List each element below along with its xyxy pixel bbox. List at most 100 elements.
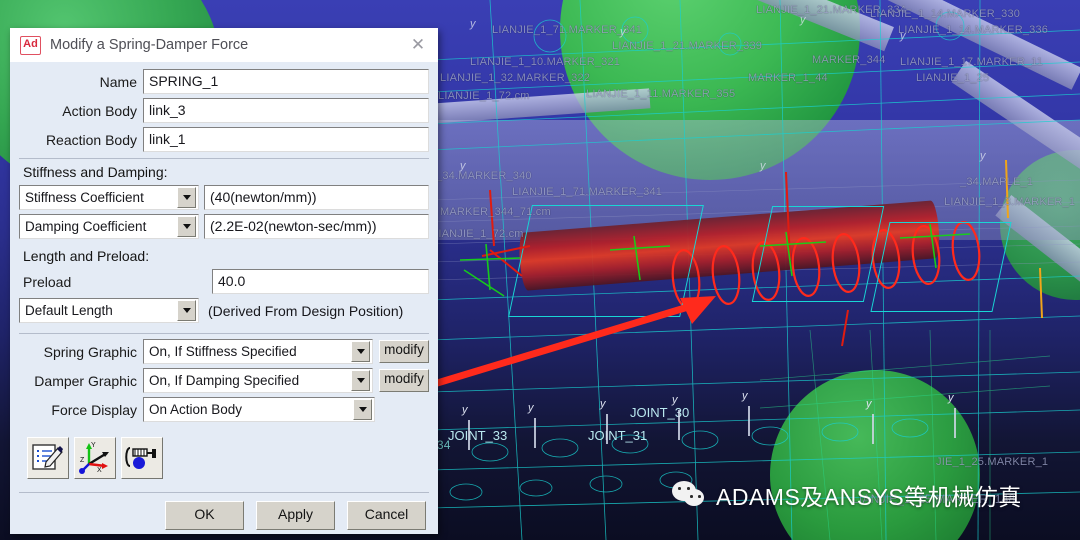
spring-graphic-label: Spring Graphic (43, 343, 137, 360)
action-body-input[interactable]: link_3 (143, 98, 429, 123)
cad-marker-label: _34.MAPLE_1 (960, 176, 1034, 188)
damping-type-value: Damping Coefficient (25, 219, 147, 234)
force-display-value: On Action Body (149, 402, 243, 417)
dialog-title: Modify a Spring-Damper Force (50, 37, 249, 53)
dialog-button-bar: OK Apply Cancel (10, 493, 438, 537)
name-input[interactable]: SPRING_1 (143, 69, 429, 94)
axis-tick-label: y (760, 160, 766, 172)
joint-label: JOINT_30 (630, 405, 690, 420)
force-display-row: Force Display On Action Body (19, 395, 429, 424)
edit-properties-icon[interactable] (27, 437, 69, 479)
axis-tick-label: y (800, 14, 806, 26)
chevron-down-icon[interactable] (353, 399, 372, 420)
name-row: Name SPRING_1 (19, 67, 429, 96)
axis-marker-stem (468, 420, 470, 450)
stiffness-type-select[interactable]: Stiffness Coefficient (19, 185, 199, 210)
preload-label: Preload (23, 273, 72, 290)
cad-marker-label: LIANJIE_1_3.MARKER_1 (944, 196, 1076, 208)
axis-marker-stem (748, 406, 750, 436)
stiffness-value-input[interactable]: (40(newton/mm)) (204, 185, 429, 210)
axis-tick-label: y (600, 398, 606, 410)
reaction-body-row: Reaction Body link_1 (19, 125, 429, 154)
length-type-select[interactable]: Default Length (19, 298, 199, 323)
cad-marker-label: _34.MARKER_340 (436, 170, 532, 182)
length-section-heading: Length and Preload: (23, 248, 150, 264)
axis-marker-stem (606, 414, 608, 444)
cad-marker-label: MARKER_1_44 (748, 72, 828, 84)
divider (19, 158, 429, 159)
length-derived-text: (Derived From Design Position) (208, 302, 404, 319)
spring-graphic-select[interactable]: On, If Stiffness Specified (143, 339, 373, 364)
stiffness-row: Stiffness Coefficient (40(newton/mm)) (19, 183, 429, 212)
axis-tick-label: y (980, 150, 986, 162)
dialog-body: Name SPRING_1 Action Body link_3 Reactio… (10, 62, 438, 493)
dialog-icon-toolbar[interactable]: Y Z X (27, 437, 438, 479)
damping-value-input[interactable]: (2.2E-02(newton-sec/mm)) (204, 214, 429, 239)
cad-marker-label: LIANJIE_1_11.MARKER_355 (586, 88, 736, 100)
cad-marker-label: JIE_1_25.MARKER_1 (936, 456, 1049, 468)
divider (19, 333, 429, 334)
default-length-row: Default Length (Derived From Design Posi… (19, 296, 429, 325)
damper-graphic-select[interactable]: On, If Damping Specified (143, 368, 373, 393)
axis-tick-label: y (460, 160, 466, 172)
axis-tick-label: y (620, 26, 626, 38)
action-body-label: Action Body (62, 102, 137, 119)
axis-tick-label: y (900, 30, 906, 42)
axis-tick-label: y (470, 18, 476, 30)
stiffness-section-heading: Stiffness and Damping: (23, 164, 168, 180)
damper-graphic-row: Damper Graphic On, If Damping Specified … (19, 366, 429, 395)
chevron-down-icon[interactable] (177, 300, 196, 321)
stiffness-type-value: Stiffness Coefficient (25, 190, 144, 205)
spring-damper-icon[interactable] (121, 437, 163, 479)
cad-marker-label: MARKER_344 (812, 54, 886, 66)
cad-marker-label: LIANJIE_1_17.MARKER_11 (900, 56, 1043, 68)
dialog-titlebar[interactable]: Ad Modify a Spring-Damper Force ✕ (10, 28, 438, 62)
cancel-button[interactable]: Cancel (347, 500, 426, 530)
joint-label: JOINT_33 (448, 428, 508, 443)
force-display-label: Force Display (51, 401, 137, 418)
apply-button[interactable]: Apply (256, 500, 335, 530)
chevron-down-icon[interactable] (351, 370, 370, 391)
watermark-text: ADAMS及ANSYS等机械仿真 (716, 484, 1022, 510)
reaction-body-input[interactable]: link_1 (143, 127, 429, 152)
preload-row: Preload 40.0 (19, 267, 429, 296)
chevron-down-icon[interactable] (177, 187, 196, 208)
axis-tick-label: y (742, 390, 748, 402)
coordinate-axes-icon[interactable]: Y Z X (74, 437, 116, 479)
close-icon[interactable]: ✕ (404, 32, 432, 58)
damper-graphic-value: On, If Damping Specified (149, 373, 300, 388)
axis-tick-label: y (948, 392, 954, 404)
spring-graphic-row: Spring Graphic On, If Stiffness Specifie… (19, 337, 429, 366)
name-label: Name (99, 73, 137, 90)
cad-marker-label: LIANJIE_1_14.MARKER_330 (870, 8, 1021, 20)
axis-tick-label: y (866, 398, 872, 410)
cad-marker-label: MARKER_344_71.cm (440, 206, 551, 218)
joint-label: JOINT_31 (588, 428, 648, 443)
cad-marker-label: LIANJIE_1_32.MARKER_322 (440, 72, 591, 84)
axis-tick-label: y (462, 404, 468, 416)
spring-modify-button[interactable]: modify (379, 340, 429, 363)
cad-marker-label: LIANJIE_1_10.MARKER_321 (470, 56, 621, 68)
reaction-body-label: Reaction Body (45, 131, 137, 148)
chevron-down-icon[interactable] (177, 216, 196, 237)
damper-modify-button[interactable]: modify (379, 369, 429, 392)
cad-marker-label: LIANJIE_1_71.MARKER_341 (512, 186, 663, 198)
damper-graphic-label: Damper Graphic (34, 372, 137, 389)
damping-type-select[interactable]: Damping Coefficient (19, 214, 199, 239)
cad-marker-label: LIANJIE_1_14.MARKER_336 (898, 24, 1049, 36)
svg-text:X: X (97, 467, 102, 474)
divider (19, 492, 429, 493)
modify-spring-damper-dialog[interactable]: Ad Modify a Spring-Damper Force ✕ Name S… (10, 28, 438, 534)
cad-marker-label: LIANJIE_1_21.MARKER_339 (612, 40, 763, 52)
axis-tick-label: y (528, 402, 534, 414)
length-type-value: Default Length (25, 303, 113, 318)
chevron-down-icon[interactable] (351, 341, 370, 362)
watermark: ADAMS及ANSYS等机械仿真 (672, 478, 1022, 512)
svg-text:Z: Z (80, 457, 85, 464)
axis-marker-stem (534, 418, 536, 448)
preload-input[interactable]: 40.0 (212, 269, 429, 294)
axis-tick-label: y (672, 394, 678, 406)
force-display-select[interactable]: On Action Body (143, 397, 375, 422)
ok-button[interactable]: OK (165, 500, 244, 530)
cad-marker-label: LIANJIE_1_25 (916, 72, 990, 84)
